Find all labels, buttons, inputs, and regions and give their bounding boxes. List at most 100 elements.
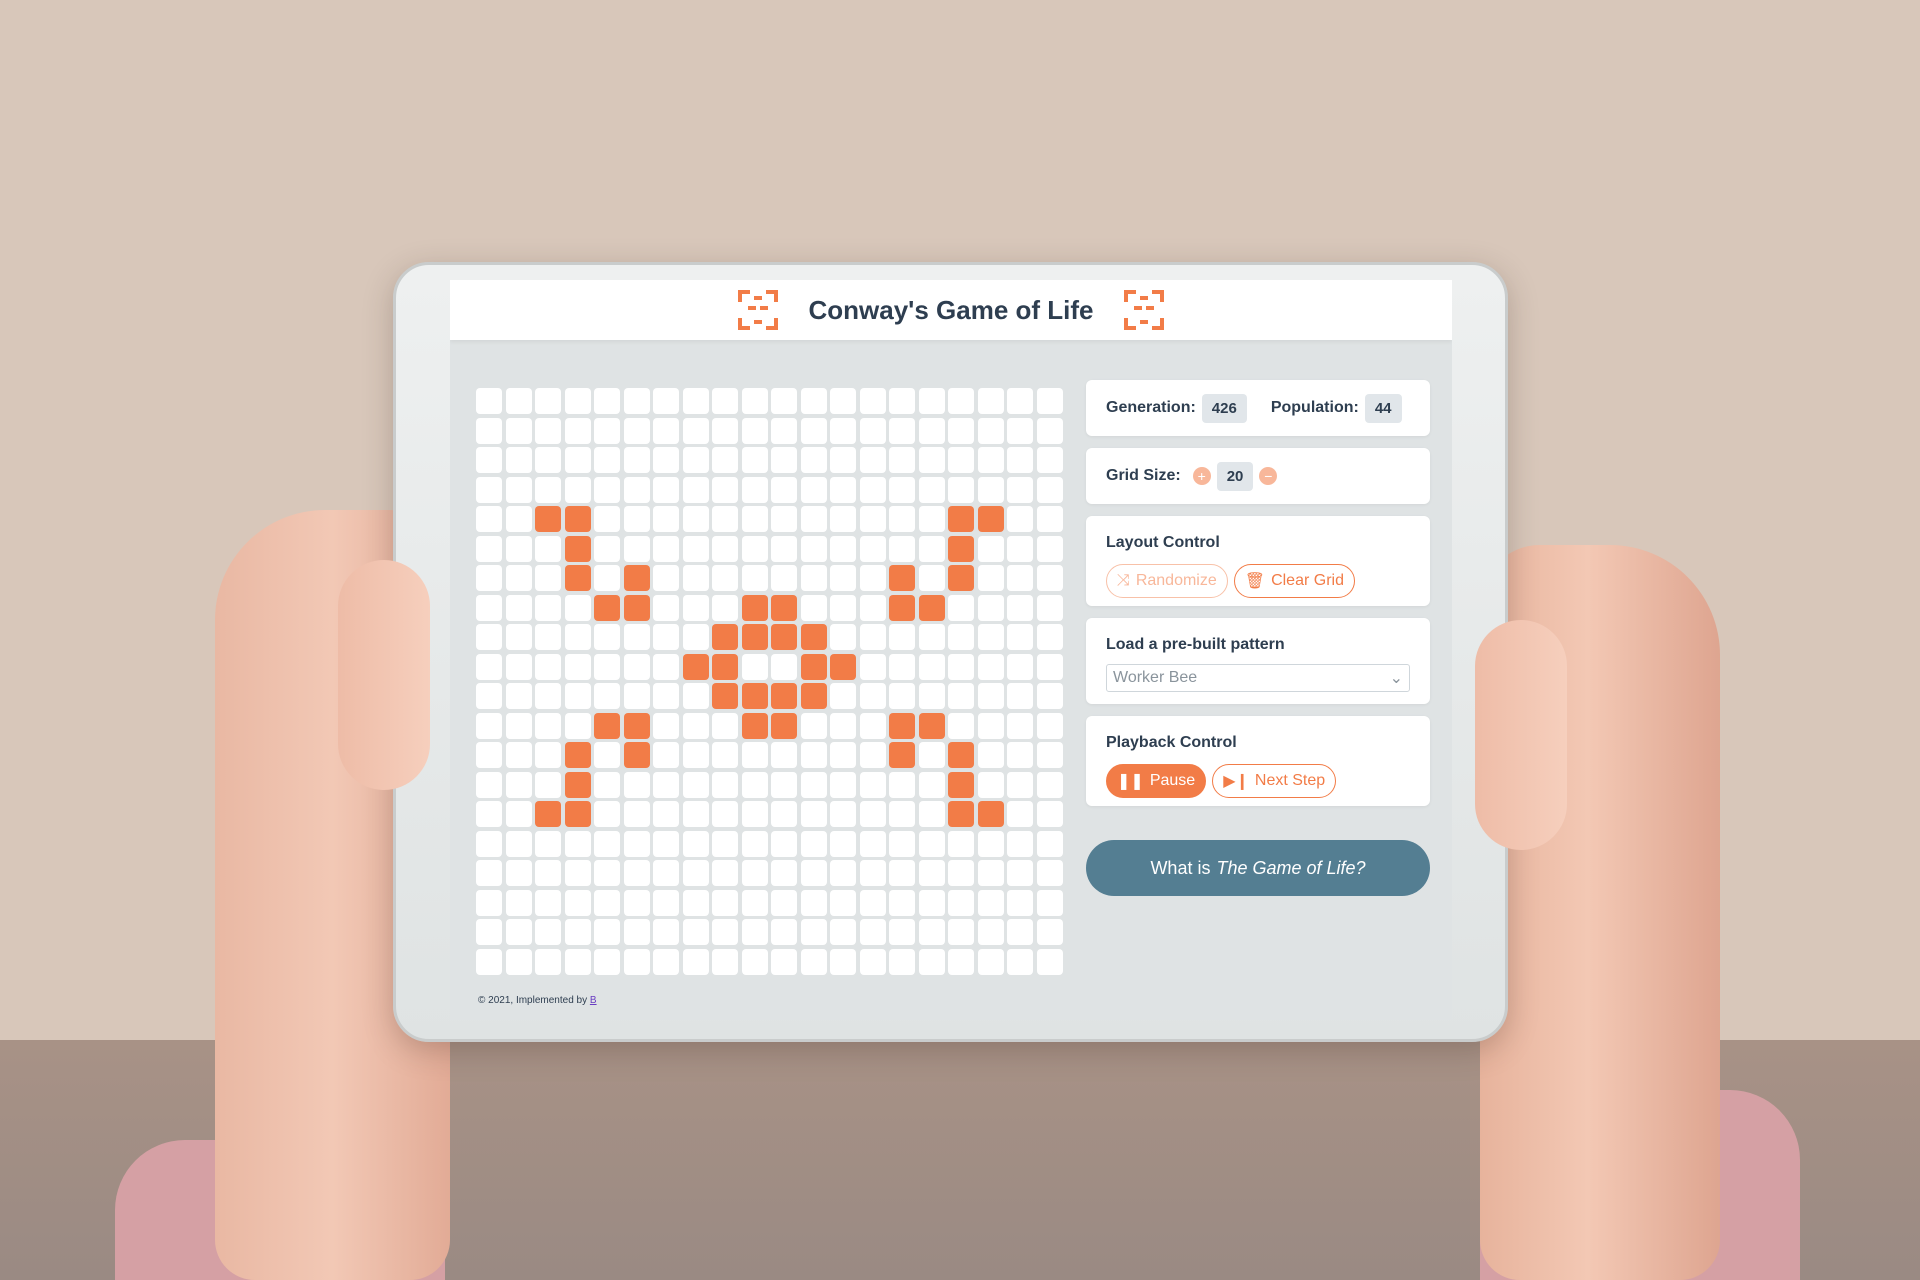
grid-cell[interactable] [918, 771, 945, 798]
grid-cell[interactable] [859, 388, 886, 414]
grid-cell[interactable] [623, 653, 650, 680]
grid-cell[interactable] [564, 653, 591, 680]
grid-cell[interactable] [771, 742, 797, 768]
grid-cell[interactable] [771, 417, 797, 444]
grid-cell[interactable] [535, 771, 561, 798]
grid-cell[interactable] [623, 889, 650, 916]
grid-cell[interactable] [653, 742, 679, 768]
grid-cell[interactable] [623, 476, 650, 503]
grid-cell[interactable] [682, 594, 709, 621]
grid-cell[interactable] [505, 830, 532, 857]
grid-cell[interactable] [889, 535, 915, 562]
grid-cell[interactable] [535, 447, 561, 473]
grid-cell[interactable] [1007, 624, 1033, 650]
grid-cell[interactable] [535, 948, 561, 975]
grid-cell-alive[interactable] [564, 771, 591, 798]
grid-cell[interactable] [741, 535, 768, 562]
grid-cell[interactable] [918, 388, 945, 414]
grid-cell[interactable] [977, 860, 1004, 886]
grid-cell[interactable] [653, 417, 679, 444]
grid-cell[interactable] [476, 476, 502, 503]
grid-cell[interactable] [535, 388, 561, 414]
grid-cell[interactable] [1007, 948, 1033, 975]
grid-cell[interactable] [859, 860, 886, 886]
grid-cell[interactable] [682, 712, 709, 739]
grid-cell[interactable] [977, 919, 1004, 945]
grid-cell[interactable] [830, 535, 856, 562]
next-step-button[interactable]: ▶❙ Next Step [1212, 764, 1337, 798]
grid-cell[interactable] [889, 919, 915, 945]
grid-cell[interactable] [594, 860, 620, 886]
grid-cell[interactable] [741, 565, 768, 591]
grid-cell-alive[interactable] [623, 742, 650, 768]
grid-cell[interactable] [859, 417, 886, 444]
grid-cell[interactable] [1007, 535, 1033, 562]
grid-cell[interactable] [653, 830, 679, 857]
grid-cell[interactable] [771, 771, 797, 798]
grid-cell[interactable] [623, 830, 650, 857]
grid-cell[interactable] [859, 712, 886, 739]
grid-cell[interactable] [623, 624, 650, 650]
grid-cell-alive[interactable] [712, 624, 738, 650]
grid-cell[interactable] [859, 919, 886, 945]
grid-cell-alive[interactable] [712, 653, 738, 680]
grid-cell[interactable] [830, 624, 856, 650]
grid-cell[interactable] [741, 771, 768, 798]
grid-cell[interactable] [476, 948, 502, 975]
grid-cell[interactable] [535, 476, 561, 503]
grid-cell[interactable] [859, 506, 886, 532]
grid-cell[interactable] [859, 948, 886, 975]
grid-cell-alive[interactable] [800, 683, 827, 709]
grid-cell[interactable] [476, 506, 502, 532]
grid-cell[interactable] [682, 742, 709, 768]
grid-cell[interactable] [800, 712, 827, 739]
grid-cell[interactable] [948, 594, 974, 621]
grid-cell[interactable] [741, 830, 768, 857]
grid-cell[interactable] [830, 771, 856, 798]
grid-cell[interactable] [800, 801, 827, 827]
grid-cell[interactable] [830, 447, 856, 473]
grid-cell[interactable] [712, 742, 738, 768]
grid-cell[interactable] [977, 594, 1004, 621]
grid-cell[interactable] [535, 653, 561, 680]
grid-cell[interactable] [1007, 712, 1033, 739]
grid-cell[interactable] [918, 506, 945, 532]
grid-cell[interactable] [594, 565, 620, 591]
grid-cell[interactable] [623, 948, 650, 975]
grid-cell[interactable] [564, 683, 591, 709]
grid-cell[interactable] [800, 565, 827, 591]
grid-cell[interactable] [1036, 624, 1063, 650]
grid-cell[interactable] [859, 742, 886, 768]
grid-cell[interactable] [741, 919, 768, 945]
grid-cell[interactable] [1036, 506, 1063, 532]
grid-cell[interactable] [505, 919, 532, 945]
grid-cell[interactable] [889, 683, 915, 709]
grid-cell[interactable] [653, 919, 679, 945]
grid-cell[interactable] [948, 417, 974, 444]
grid-cell[interactable] [712, 889, 738, 916]
grid-cell[interactable] [859, 830, 886, 857]
grid-cell[interactable] [476, 919, 502, 945]
grid-cell[interactable] [505, 801, 532, 827]
grid-cell[interactable] [505, 447, 532, 473]
grid-cell[interactable] [1036, 712, 1063, 739]
grid-cell[interactable] [505, 565, 532, 591]
grid-cell[interactable] [594, 948, 620, 975]
grid-cell[interactable] [505, 771, 532, 798]
grid-cell[interactable] [476, 860, 502, 886]
grid-cell[interactable] [859, 889, 886, 916]
grid-cell-alive[interactable] [948, 565, 974, 591]
grid-cell[interactable] [948, 447, 974, 473]
grid-cell[interactable] [476, 447, 502, 473]
grid-cell[interactable] [800, 771, 827, 798]
grid-cell[interactable] [1036, 447, 1063, 473]
grid-cell[interactable] [741, 476, 768, 503]
grid-cell[interactable] [623, 860, 650, 886]
grid-cell[interactable] [918, 801, 945, 827]
grid-cell[interactable] [1007, 830, 1033, 857]
grid-cell-alive[interactable] [564, 565, 591, 591]
grid-cell[interactable] [476, 712, 502, 739]
grid-cell[interactable] [948, 712, 974, 739]
grid-cell[interactable] [741, 506, 768, 532]
grid-cell[interactable] [977, 447, 1004, 473]
